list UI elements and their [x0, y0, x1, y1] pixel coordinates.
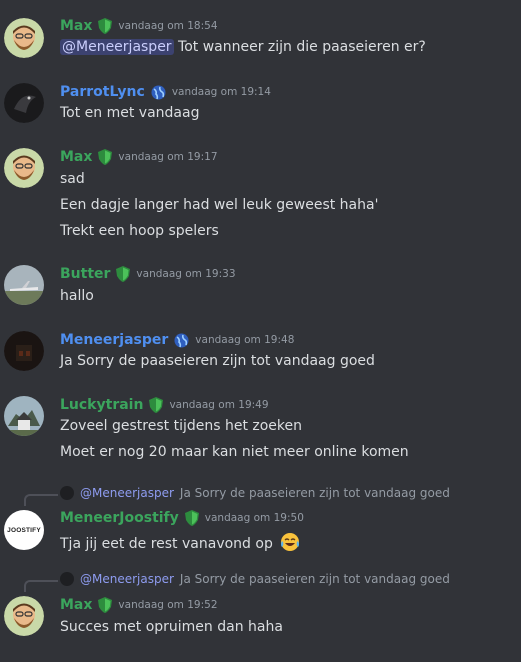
- max-avatar-icon: [4, 18, 44, 58]
- laughing-tears-emoji[interactable]: [280, 532, 300, 556]
- reply-mention[interactable]: @Meneerjasper: [80, 572, 174, 586]
- airplane-avatar-icon: [4, 265, 44, 305]
- message-text: Zoveel gestrest tijdens het zoeken: [60, 418, 303, 434]
- timestamp[interactable]: vandaag om 19:50: [205, 512, 304, 524]
- message-text: Ja Sorry de paaseieren zijn tot vandaag …: [60, 353, 375, 369]
- message-text: Tja jij eet de rest vanavond op: [60, 536, 273, 552]
- avatar-butter[interactable]: [4, 265, 44, 305]
- reply-avatar: [60, 572, 74, 586]
- username[interactable]: Meneerjasper: [60, 332, 168, 348]
- timestamp[interactable]: vandaag om 19:52: [118, 599, 217, 611]
- reply-mention[interactable]: @Meneerjasper: [80, 486, 174, 500]
- avatar-luckytrain[interactable]: [4, 396, 44, 436]
- reply-connector: [24, 580, 58, 592]
- reply-connector: [24, 494, 58, 506]
- message-text: hallo: [60, 288, 94, 304]
- avatar-max[interactable]: [4, 148, 44, 188]
- parrot-avatar-icon: [4, 83, 44, 123]
- user-mention[interactable]: @Meneerjasper: [60, 39, 174, 55]
- max-avatar-icon: [4, 148, 44, 188]
- green-shield-icon: [98, 149, 113, 165]
- avatar-meneerjoostify[interactable]: JOOSTIFY: [4, 510, 44, 550]
- avatar-max[interactable]: [4, 18, 44, 58]
- message-text: Succes met opruimen dan haha: [60, 619, 283, 635]
- timestamp[interactable]: vandaag om 19:49: [169, 399, 268, 411]
- timestamp[interactable]: vandaag om 19:33: [136, 268, 235, 280]
- green-shield-icon: [116, 266, 131, 282]
- reply-avatar: [60, 486, 74, 500]
- message-text: sad: [60, 171, 85, 187]
- green-shield-icon: [98, 597, 113, 613]
- reply-preview[interactable]: @Meneerjasper Ja Sorry de paaseieren zij…: [60, 572, 450, 586]
- blue-globe-icon: [151, 85, 166, 100]
- message-text: Tot wanneer zijn die paaseieren er?: [178, 39, 426, 55]
- avatar-meneerjasper[interactable]: [4, 331, 44, 371]
- timestamp[interactable]: vandaag om 19:48: [195, 334, 294, 346]
- avatar-logo-text: JOOSTIFY: [7, 526, 41, 534]
- max-avatar-icon: [4, 596, 44, 636]
- username[interactable]: Butter: [60, 266, 110, 282]
- message-text: Trekt een hoop spelers: [60, 223, 219, 239]
- green-shield-icon: [184, 510, 199, 526]
- username[interactable]: Max: [60, 149, 92, 165]
- username[interactable]: ParrotLync: [60, 84, 145, 100]
- username[interactable]: Max: [60, 18, 92, 34]
- green-shield-icon: [149, 397, 164, 413]
- timestamp[interactable]: vandaag om 19:17: [118, 151, 217, 163]
- message-text: Tot en met vandaag: [60, 105, 200, 121]
- username[interactable]: Luckytrain: [60, 397, 143, 413]
- message-text: Een dagje langer had wel leuk geweest ha…: [60, 197, 379, 213]
- green-shield-icon: [98, 18, 113, 34]
- reply-text: Ja Sorry de paaseieren zijn tot vandaag …: [179, 486, 450, 500]
- avatar-max[interactable]: [4, 596, 44, 636]
- reply-preview[interactable]: @Meneerjasper Ja Sorry de paaseieren zij…: [60, 486, 450, 500]
- timestamp[interactable]: vandaag om 18:54: [118, 20, 217, 32]
- timestamp[interactable]: vandaag om 19:14: [172, 86, 271, 98]
- reply-text: Ja Sorry de paaseieren zijn tot vandaag …: [179, 572, 450, 586]
- message-text: Moet er nog 20 maar kan niet meer online…: [60, 444, 409, 460]
- avatar-parrotlync[interactable]: [4, 83, 44, 123]
- blue-globe-icon: [174, 333, 189, 348]
- username[interactable]: MeneerJoostify: [60, 510, 179, 526]
- building-avatar-icon: [4, 396, 44, 436]
- username[interactable]: Max: [60, 597, 92, 613]
- meneerjasper-avatar-icon: [4, 331, 44, 371]
